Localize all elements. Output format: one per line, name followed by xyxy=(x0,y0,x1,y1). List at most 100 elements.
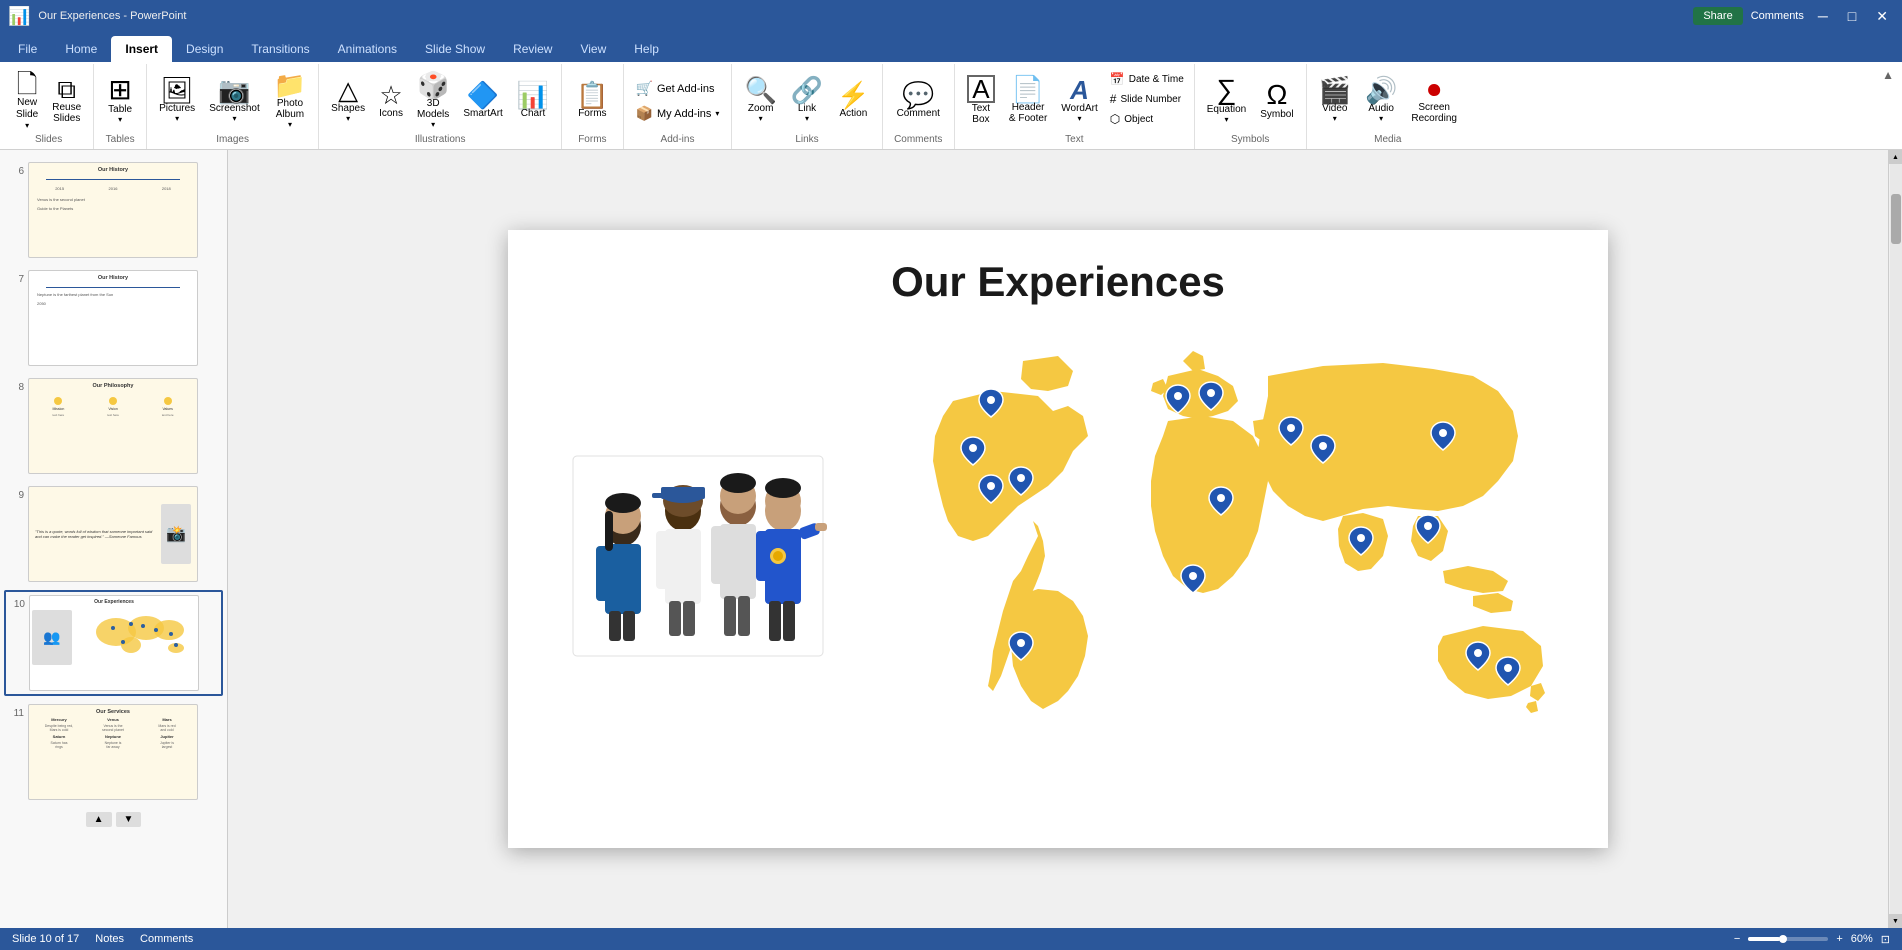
slide-thumb-10[interactable]: 10 Our Experiences 👥 xyxy=(4,590,223,696)
tab-home[interactable]: Home xyxy=(51,36,111,62)
pictures-button[interactable]: 🖼 Pictures ▾ xyxy=(153,68,201,132)
zoom-button[interactable]: 🔍 Zoom ▾ xyxy=(738,68,782,132)
zoom-in-button[interactable]: + xyxy=(1836,933,1842,945)
audio-button[interactable]: 🔊 Audio ▾ xyxy=(1359,68,1403,132)
comment-button[interactable]: 💬 Comment xyxy=(889,68,948,132)
tab-slideshow[interactable]: Slide Show xyxy=(411,36,499,62)
fit-slide-button[interactable]: ⊡ xyxy=(1881,933,1890,946)
wordart-button[interactable]: A WordArt ▾ xyxy=(1055,68,1104,132)
tab-review[interactable]: Review xyxy=(499,36,566,62)
table-button[interactable]: ⊞ Table ▾ xyxy=(100,68,140,132)
slide-6-title: Our History xyxy=(29,163,197,177)
slide-thumb-7[interactable]: 7 Our History Neptune is the farthest pl… xyxy=(4,266,223,370)
slide-8-title: Our Philosophy xyxy=(29,379,197,393)
tab-file[interactable]: File xyxy=(4,36,51,62)
maximize-button[interactable]: □ xyxy=(1842,6,1862,26)
comments-status-btn[interactable]: Comments xyxy=(140,933,193,945)
tab-animations[interactable]: Animations xyxy=(324,36,411,62)
scroll-up-button[interactable]: ▲ xyxy=(86,812,112,827)
3d-models-label: 3DModels xyxy=(417,98,449,120)
right-scrollbar: ▲ ▼ xyxy=(1888,150,1902,928)
zoom-slider[interactable] xyxy=(1748,937,1828,941)
zoom-slider-thumb[interactable] xyxy=(1779,935,1787,943)
screen-recording-button[interactable]: ⏺ ScreenRecording xyxy=(1405,68,1463,132)
ribbon-group-tables: ⊞ Table ▾ Tables xyxy=(94,64,147,149)
addins-group-label: Add-ins xyxy=(630,134,726,147)
slide-number-label: Slide Number xyxy=(1120,94,1181,105)
close-button[interactable]: ✕ xyxy=(1870,6,1894,27)
tab-help[interactable]: Help xyxy=(620,36,673,62)
slide-info: Slide 10 of 17 xyxy=(12,933,79,945)
screenshot-icon: 📷 xyxy=(218,77,250,103)
share-button[interactable]: Share xyxy=(1693,7,1742,25)
my-addins-icon: 📦 xyxy=(636,105,653,122)
notes-btn[interactable]: Notes xyxy=(95,933,124,945)
header-footer-button[interactable]: 📄 Header& Footer xyxy=(1003,68,1053,132)
object-button[interactable]: ⬡ Object xyxy=(1106,110,1188,128)
comment-icon: 💬 xyxy=(902,82,934,108)
icons-button[interactable]: ☆ Icons xyxy=(373,68,409,132)
slide-preview-8: Our Philosophy Mission text here Vision … xyxy=(28,378,198,474)
text-box-button[interactable]: A TextBox xyxy=(961,68,1001,132)
get-addins-button[interactable]: 🛒 Get Add-ins xyxy=(630,77,726,100)
chart-label: Chart xyxy=(521,108,545,119)
equation-button[interactable]: ∑ Equation ▾ xyxy=(1201,68,1252,132)
title-bar: 📊 Our Experiences - PowerPoint Share Com… xyxy=(0,0,1902,32)
slide-canvas[interactable]: Our Experiences xyxy=(508,230,1608,848)
scroll-down-btn[interactable]: ▼ xyxy=(1889,914,1902,928)
scroll-thumb[interactable] xyxy=(1891,194,1901,244)
action-button[interactable]: ⚡ Action xyxy=(831,68,875,132)
slide-thumb-11[interactable]: 11 Our Services Mercury Venus Mars Despi… xyxy=(4,700,223,804)
tab-insert[interactable]: Insert xyxy=(111,36,172,62)
smartart-button[interactable]: 🔷 SmartArt xyxy=(457,68,508,132)
icons-icon: ☆ xyxy=(379,82,402,108)
reuse-slides-button[interactable]: ⧉ ReuseSlides xyxy=(46,68,87,132)
reuse-slides-label: ReuseSlides xyxy=(52,102,81,124)
scroll-down-button[interactable]: ▼ xyxy=(116,812,142,827)
minimize-button[interactable]: ─ xyxy=(1812,6,1834,26)
slide-thumb-8[interactable]: 8 Our Philosophy Mission text here Visio… xyxy=(4,374,223,478)
tab-transitions[interactable]: Transitions xyxy=(237,36,323,62)
shapes-button[interactable]: △ Shapes ▾ xyxy=(325,68,371,132)
video-button[interactable]: 🎬 Video ▾ xyxy=(1313,68,1357,132)
my-addins-button[interactable]: 📦 My Add-ins ▾ xyxy=(630,102,726,125)
tab-design[interactable]: Design xyxy=(172,36,237,62)
date-time-icon: 📅 xyxy=(1110,72,1125,86)
symbol-label: Symbol xyxy=(1260,109,1293,120)
action-icon: ⚡ xyxy=(837,82,869,108)
symbol-button[interactable]: Ω Symbol xyxy=(1254,68,1299,132)
chart-button[interactable]: 📊 Chart xyxy=(511,68,555,132)
ribbon-collapse[interactable]: ▲ xyxy=(1878,64,1898,149)
slide-number-icon: # xyxy=(1110,92,1117,106)
ribbon-group-symbols: ∑ Equation ▾ Ω Symbol Symbols xyxy=(1195,64,1307,149)
illustrations-group-label: Illustrations xyxy=(325,134,555,147)
slide-panel-scroll: ▲ ▼ xyxy=(4,808,223,831)
date-time-button[interactable]: 📅 Date & Time xyxy=(1106,70,1188,88)
slide-thumb-6[interactable]: 6 Our History 201520162018 Venus is the … xyxy=(4,158,223,262)
shapes-icon: △ xyxy=(338,77,358,103)
comments-button[interactable]: Comments xyxy=(1751,10,1804,22)
get-addins-label: Get Add-ins xyxy=(657,83,714,95)
forms-button[interactable]: 📋 Forms xyxy=(568,68,616,132)
slide-number-button[interactable]: # Slide Number xyxy=(1106,90,1188,108)
screenshot-button[interactable]: 📷 Screenshot ▾ xyxy=(203,68,266,132)
slide-num-8: 8 xyxy=(8,382,24,393)
link-button[interactable]: 🔗 Link ▾ xyxy=(785,68,829,132)
links-group-label: Links xyxy=(738,134,875,147)
media-group-label: Media xyxy=(1313,134,1463,147)
equation-dropdown: ▾ xyxy=(1225,115,1229,124)
ribbon-group-addins: 🛒 Get Add-ins 📦 My Add-ins ▾ Add-ins xyxy=(624,64,733,149)
new-slide-dropdown: ▾ xyxy=(25,121,29,130)
new-slide-button[interactable]: 🗋 NewSlide ▾ xyxy=(10,68,44,132)
photo-album-button[interactable]: 📁 PhotoAlbum ▾ xyxy=(268,68,312,132)
zoom-out-button[interactable]: − xyxy=(1734,933,1740,945)
scroll-up-btn[interactable]: ▲ xyxy=(1889,150,1902,164)
tab-view[interactable]: View xyxy=(566,36,620,62)
collapse-icon[interactable]: ▲ xyxy=(1882,68,1894,82)
text-group-label: Text xyxy=(961,134,1188,147)
text-box-icon: A xyxy=(967,75,995,103)
3d-models-button[interactable]: 🎲 3DModels ▾ xyxy=(411,68,455,132)
slide-thumb-9[interactable]: 9 "This is a quote, words full of wisdom… xyxy=(4,482,223,586)
world-map-svg xyxy=(873,341,1553,761)
ribbon-group-images: 🖼 Pictures ▾ 📷 Screenshot ▾ 📁 PhotoAlbum… xyxy=(147,64,319,149)
